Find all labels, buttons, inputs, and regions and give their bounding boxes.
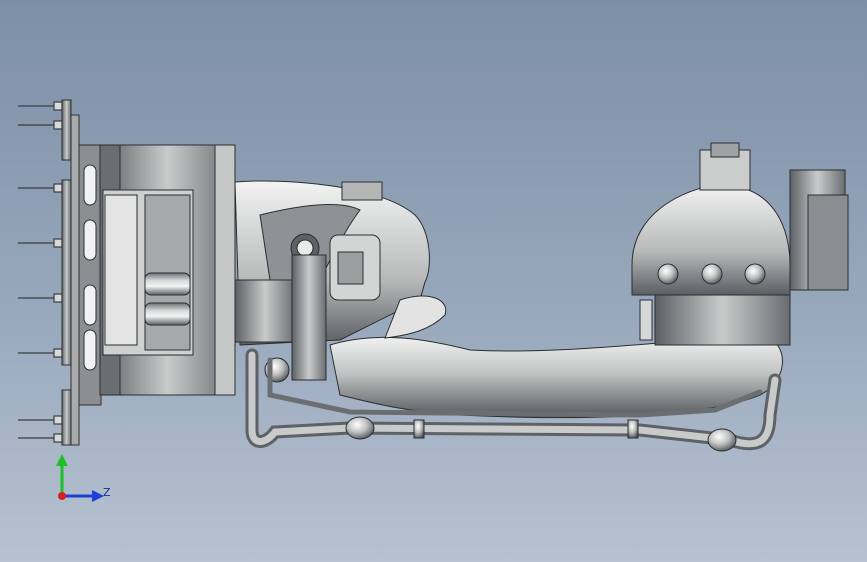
base-cylinder [99, 144, 236, 396]
base-plate [61, 99, 102, 446]
x-axis-dot-icon [58, 492, 66, 500]
cad-viewport[interactable]: Z [0, 0, 867, 562]
coordinate-triad: Z [40, 450, 120, 520]
y-axis-arrow-icon [56, 454, 68, 466]
robot-arm-model[interactable] [0, 0, 867, 562]
flange-bolts [18, 101, 63, 443]
z-axis-label: Z [103, 486, 111, 499]
wrist-head [631, 142, 849, 346]
